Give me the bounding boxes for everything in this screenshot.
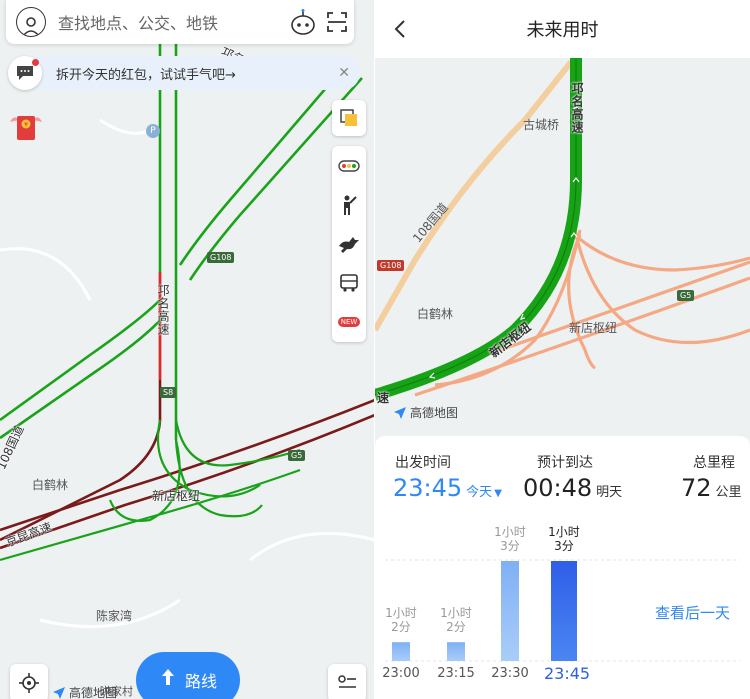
arrive-day: 明天: [596, 485, 623, 500]
arrive-time: 00:48: [523, 474, 593, 502]
brand-logo-text: 高德地图: [410, 406, 459, 420]
duration-hours: 1小时: [548, 525, 580, 539]
junction-label: 新店枢纽: [152, 489, 201, 503]
duration-hours: 1小时: [385, 606, 417, 621]
list-button[interactable]: [328, 664, 366, 699]
distance-value: 72: [681, 474, 712, 502]
traffic-light-icon: [338, 159, 360, 172]
forecast-time-label[interactable]: 23:45: [544, 664, 590, 683]
forecast-bar[interactable]: [501, 561, 519, 661]
duration-hours: 1小时: [494, 525, 526, 539]
traffic-button[interactable]: [332, 146, 366, 185]
depart-day: 今天: [466, 485, 493, 500]
duration-minutes: 2分: [391, 620, 411, 635]
red-packet-banner[interactable]: 拆开今天的红包，试试手气吧→ ✕: [8, 56, 360, 90]
close-icon[interactable]: ✕: [338, 65, 350, 81]
layers-icon: [340, 109, 357, 126]
partial-road-label: 速: [377, 391, 390, 405]
back-arrow-icon: [394, 20, 405, 38]
search-input[interactable]: 查找地点、公交、地铁: [58, 10, 288, 34]
horse-icon: [339, 236, 359, 253]
banner-text: 拆开今天的红包，试试手气吧→: [56, 67, 236, 83]
arrive-group: 00:48 明天: [523, 474, 622, 502]
forecast-bar[interactable]: [551, 561, 577, 661]
list-icon: [338, 675, 356, 688]
g108-shield: G108: [377, 260, 405, 271]
forecast-bar[interactable]: [392, 642, 410, 661]
route-button-label: 路线: [184, 672, 217, 691]
back-button[interactable]: [385, 14, 415, 44]
qiming-road-label: 邛名高速: [156, 284, 170, 336]
taxi-button[interactable]: [332, 185, 366, 224]
next-day-link[interactable]: 查看后一天: [655, 602, 730, 623]
g108-shield: G108: [207, 252, 235, 263]
forecast-duration-label: 1小时 2分: [381, 606, 421, 634]
forecast-duration-label: 1小时 3分: [544, 525, 584, 553]
g5-shield: G5: [677, 290, 695, 301]
message-button[interactable]: [8, 56, 42, 90]
future-time-view: 未来用时 邛名高速 古城桥 108国道 白鹤林 新店枢纽 新店枢纽 速 G108…: [375, 0, 750, 699]
forecast-time-label[interactable]: 23:00: [381, 666, 421, 681]
bus-button[interactable]: [332, 263, 366, 302]
red-packet-button[interactable]: ¥: [10, 110, 42, 144]
brand-logo: 高德地图: [393, 404, 458, 421]
qiming-road-label: 邛名高速: [570, 82, 584, 134]
duration-minutes: 3分: [554, 539, 574, 553]
robot-assistant-icon[interactable]: [288, 7, 318, 37]
baihelin-label: 白鹤林: [417, 307, 454, 321]
user-icon: [22, 17, 40, 36]
depart-time: 23:45: [393, 474, 463, 502]
forecast-time-label[interactable]: 23:30: [490, 666, 530, 681]
duration-minutes: 3分: [500, 539, 520, 553]
route-button[interactable]: 路线: [136, 652, 240, 699]
red-packet-icon: ¥: [10, 116, 42, 140]
route-arrow-icon: [161, 669, 174, 685]
junction-label: 新店枢纽: [569, 321, 618, 335]
baihelin-label: 白鹤林: [32, 478, 69, 492]
dropdown-caret-icon: ▼: [494, 488, 502, 499]
new-badge: NEW: [337, 316, 361, 327]
message-icon: [17, 66, 33, 80]
arrive-label: 预计到达: [537, 455, 593, 471]
s8-shield: S8: [160, 387, 177, 398]
trip-sheet: 出发时间 预计到达 总里程 23:45 今天 ▼ 00:48 明天 72 公里 …: [375, 436, 750, 699]
map-toolbar: NEW: [332, 146, 366, 342]
chenjiawan-label: 陈家湾: [96, 609, 133, 623]
hail-person-icon: [344, 195, 357, 215]
ride-button[interactable]: [332, 224, 366, 263]
guchengqiao-label: 古城桥: [523, 118, 560, 132]
new-feature-button[interactable]: NEW: [332, 302, 366, 341]
crosshair-icon: [19, 673, 39, 693]
page-title: 未来用时: [526, 20, 599, 41]
header-bar: 未来用时: [375, 0, 750, 58]
g5-shield: G5: [288, 450, 306, 461]
parking-icon: P: [146, 124, 160, 138]
search-bar[interactable]: 查找地点、公交、地铁: [6, 0, 354, 44]
layers-button[interactable]: [332, 100, 366, 136]
duration-hours: 1小时: [440, 606, 472, 621]
gaode-logo-icon: [394, 406, 406, 419]
forecast-duration-label: 1小时 2分: [436, 606, 476, 634]
scan-icon[interactable]: [326, 11, 348, 33]
map-view-left[interactable]: 邛名高速 新店枢纽 白鹤林 陈家湾 京昆高速 108国道 邛名高速 G108 G…: [0, 0, 375, 699]
duration-minutes: 2分: [446, 620, 466, 635]
locate-button[interactable]: [10, 664, 48, 699]
avatar[interactable]: [16, 7, 46, 37]
forecast-bar[interactable]: [447, 642, 465, 661]
distance-unit: 公里: [715, 485, 742, 500]
gaode-logo-icon: [53, 686, 65, 699]
brand-logo: 高德地图: [52, 684, 117, 699]
map-canvas-left[interactable]: [0, 0, 375, 699]
red-packet-symbol: ¥: [24, 122, 28, 129]
brand-logo-text: 高德地图: [69, 686, 118, 699]
bus-icon: [340, 273, 358, 292]
depart-time-selector[interactable]: 23:45 今天 ▼: [393, 474, 502, 502]
depart-label: 出发时间: [395, 455, 451, 471]
distance-group: 72 公里: [681, 474, 742, 502]
forecast-time-label[interactable]: 23:15: [436, 666, 476, 681]
unread-dot: [32, 59, 39, 66]
distance-label: 总里程: [693, 455, 735, 471]
forecast-duration-label: 1小时 3分: [490, 525, 530, 553]
